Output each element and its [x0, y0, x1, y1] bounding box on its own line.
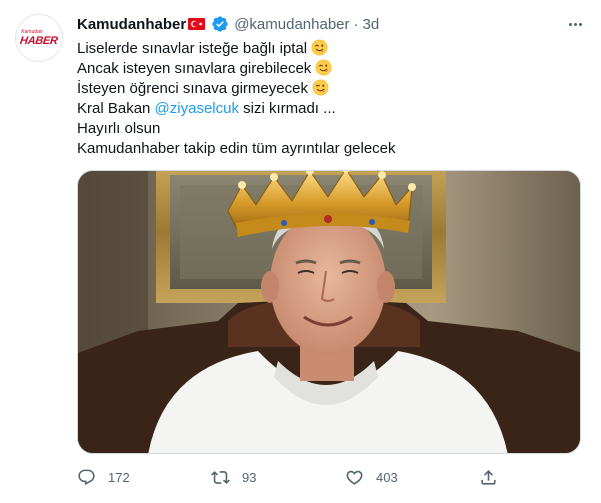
tweet-line: Hayırlı olsun: [77, 119, 577, 139]
tweet-line: Ancak isteyen sınavlara girebilecek: [77, 59, 577, 79]
like-icon: [346, 470, 363, 485]
reply-icon: [78, 469, 95, 485]
tweet-actions: 172 93 403: [77, 466, 581, 488]
verified-badge-icon: [211, 15, 229, 33]
tweet-line-text: Kamudanhaber takip edin tüm ayrıntılar g…: [77, 140, 396, 157]
avatar[interactable]: Kamudan HABER: [15, 14, 63, 62]
mention-link[interactable]: @ziyaselcuk: [155, 100, 239, 117]
tweet-photo[interactable]: [77, 170, 581, 454]
author-handle[interactable]: @kamudanhaber: [234, 16, 349, 33]
tweet[interactable]: Kamudan HABER Kamudanhaber @kamudanhaber…: [0, 0, 601, 503]
reply-button[interactable]: 172: [77, 468, 130, 487]
photo-illustration: [78, 171, 580, 453]
like-count: 403: [376, 469, 398, 485]
separator: ·: [353, 15, 359, 33]
retweet-icon: [211, 470, 230, 484]
turkey-flag-icon: [188, 18, 206, 30]
tweet-line-text: Kral Bakan: [77, 100, 155, 117]
tweet-line: Kral Bakan @ziyaselcuk sizi kırmadı ...: [77, 99, 577, 119]
tweet-line-text: Hayırlı olsun: [77, 120, 161, 137]
reply-count: 172: [108, 469, 130, 485]
more-icon[interactable]: [563, 14, 587, 34]
share-button[interactable]: [479, 468, 498, 487]
wink-emoji-icon: [311, 39, 328, 56]
tweet-line: Kamudanhaber takip edin tüm ayrıntılar g…: [77, 139, 577, 159]
tweet-line-text: Liselerde sınavlar isteğe bağlı iptal: [77, 40, 308, 57]
timestamp[interactable]: 3d: [363, 16, 380, 33]
tweet-line-text: sizi kırmadı ...: [238, 100, 336, 117]
tweet-line: İsteyen öğrenci sınava girmeyecek: [77, 79, 577, 99]
tweet-header: Kamudanhaber @kamudanhaber · 3d: [77, 14, 379, 34]
wink-emoji-icon: [315, 59, 332, 76]
share-icon: [481, 469, 496, 485]
retweet-count: 93: [242, 469, 257, 485]
author-name[interactable]: Kamudanhaber: [77, 16, 186, 33]
retweet-button[interactable]: 93: [211, 468, 256, 487]
wink-emoji-icon: [312, 79, 329, 96]
tweet-text: Liselerde sınavlar isteğe bağlı iptal An…: [77, 39, 577, 159]
tweet-line: Liselerde sınavlar isteğe bağlı iptal: [77, 39, 577, 59]
tweet-line-text: Ancak isteyen sınavlara girebilecek: [77, 60, 312, 77]
tweet-line-text: İsteyen öğrenci sınava girmeyecek: [77, 80, 308, 97]
avatar-logo: HABER: [19, 35, 59, 47]
like-button[interactable]: 403: [345, 468, 398, 487]
